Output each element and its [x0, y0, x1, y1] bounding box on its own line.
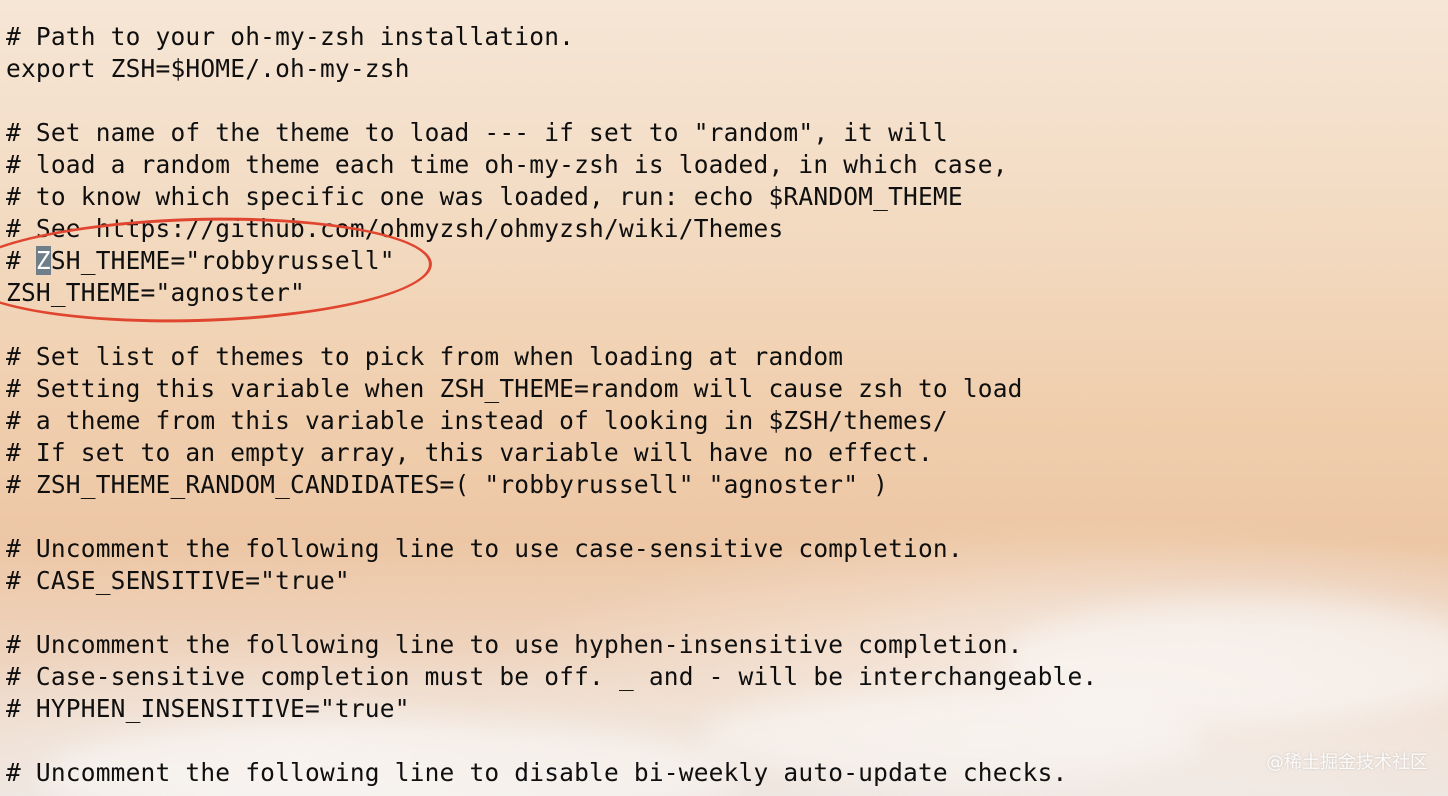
- code-line: # HYPHEN_INSENSITIVE="true": [6, 694, 410, 723]
- watermark-text: @稀土掘金技术社区: [1266, 752, 1428, 773]
- code-line: # ZSH_THEME_RANDOM_CANDIDATES=( "robbyru…: [6, 470, 889, 499]
- code-line: ZSH_THEME="agnoster": [6, 278, 306, 307]
- code-line: # Set list of themes to pick from when l…: [6, 342, 844, 371]
- code-line: # Uncomment the following line to use ca…: [6, 534, 963, 563]
- code-line: # to know which specific one was loaded,…: [6, 182, 963, 211]
- code-line: # Uncomment the following line to disabl…: [6, 758, 1068, 787]
- text-cursor[interactable]: Z: [35, 246, 51, 275]
- cursor-line-prefix: #: [6, 246, 36, 275]
- code-line: export ZSH=$HOME/.oh-my-zsh: [6, 54, 410, 83]
- code-line: # CASE_SENSITIVE="true": [6, 566, 350, 595]
- code-line: # If set to an empty array, this variabl…: [6, 438, 933, 467]
- code-line: # a theme from this variable instead of …: [6, 406, 948, 435]
- code-line: # Case-sensitive completion must be off.…: [6, 662, 1098, 691]
- code-line: # Setting this variable when ZSH_THEME=r…: [6, 374, 1023, 403]
- code-line: # See https://github.com/ohmyzsh/ohmyzsh…: [6, 214, 784, 243]
- terminal-editor[interactable]: # Path to your oh-my-zsh installation. e…: [6, 21, 1426, 789]
- code-line: # Uncomment the following line to use hy…: [6, 630, 1023, 659]
- cursor-line-suffix: SH_THEME="robbyrussell": [50, 246, 395, 275]
- code-line: # load a random theme each time oh-my-zs…: [6, 150, 1008, 179]
- code-line: # Set name of the theme to load --- if s…: [6, 118, 948, 147]
- cursor-code-line: # ZSH_THEME="robbyrussell": [6, 245, 1426, 277]
- code-line: # Path to your oh-my-zsh installation.: [6, 22, 575, 51]
